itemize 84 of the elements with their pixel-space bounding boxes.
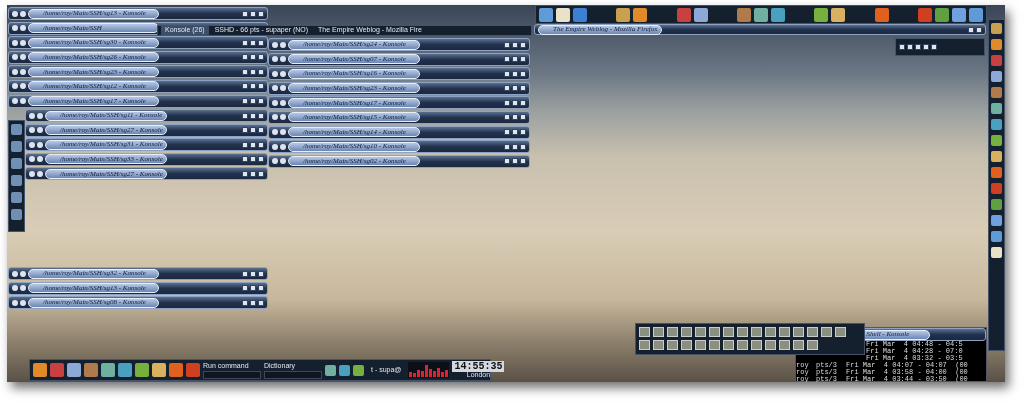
close-button[interactable] [520,114,526,121]
launcher-icon[interactable] [951,7,966,22]
panel-icon[interactable] [991,183,1002,194]
menu-button[interactable] [29,112,35,119]
minimize-button[interactable] [968,26,974,33]
maximize-button[interactable] [512,114,518,121]
run-command-field[interactable] [203,370,261,379]
maximize-button[interactable] [250,270,256,277]
launcher-icon[interactable] [616,7,631,22]
menu-button[interactable] [272,41,278,48]
applet-icon[interactable] [339,364,350,376]
panel-icon[interactable] [991,199,1002,210]
window-icon[interactable] [11,175,22,186]
panel-icon[interactable] [991,87,1002,98]
panel-icon[interactable] [991,231,1002,242]
launcher-icon[interactable] [633,7,648,22]
close-button[interactable] [258,270,264,277]
sticky-button[interactable] [20,10,26,17]
window-icon[interactable] [11,209,22,220]
sticky-button[interactable] [20,83,26,90]
close-button[interactable] [520,41,526,48]
menu-button[interactable] [272,158,278,165]
sticky-button[interactable] [280,114,286,121]
panel-icon[interactable] [991,247,1002,258]
launcher-icon[interactable] [814,7,829,22]
minimize-button[interactable] [504,114,510,121]
launcher-icon[interactable] [693,7,708,22]
window-icon[interactable] [11,141,22,152]
launcher-icon[interactable] [968,7,983,22]
panel-icon[interactable] [991,55,1002,66]
stop-button[interactable] [923,44,929,50]
next-button[interactable] [931,44,937,50]
minimize-button[interactable] [242,10,248,17]
sticky-button[interactable] [280,158,286,165]
panel-icon[interactable] [991,23,1002,34]
minimize-button[interactable] [504,41,510,48]
maximize-button[interactable] [512,41,518,48]
minimize-button[interactable] [242,39,248,46]
close-button[interactable] [258,83,264,90]
sticky-button[interactable] [20,270,26,277]
sticky-button[interactable] [20,98,26,105]
previous-button[interactable] [899,44,905,50]
maximize-button[interactable] [250,83,256,90]
panel-icon[interactable] [991,119,1002,130]
panel-icon[interactable] [991,135,1002,146]
maximize-button[interactable] [512,158,518,165]
applet-icon[interactable] [353,364,364,376]
window-icon[interactable] [11,124,22,135]
sticky-button[interactable] [37,112,43,119]
launcher-icon[interactable] [831,7,846,22]
maximize-button[interactable] [250,10,256,17]
menu-button[interactable] [12,83,18,90]
close-button[interactable] [520,158,526,165]
launcher-icon[interactable] [539,7,553,22]
pause-button[interactable] [915,44,921,50]
maximize-button[interactable] [250,39,256,46]
minimize-button[interactable] [242,270,248,277]
dictionary-field[interactable] [264,370,322,379]
menu-button[interactable] [272,114,278,121]
close-button[interactable] [258,10,264,17]
launcher-icon[interactable] [754,7,768,22]
panel-icon[interactable] [991,215,1002,226]
sticky-button[interactable] [280,41,286,48]
applet-icon[interactable] [325,364,336,376]
minimize-button[interactable] [504,158,510,165]
maximize-button[interactable] [976,26,982,33]
clock: 14:55:35 [452,360,505,372]
play-button[interactable] [907,44,913,50]
menu-button[interactable] [12,270,18,277]
launcher-icon[interactable] [934,7,949,22]
panel-icon[interactable] [991,71,1002,82]
cpu-graph-drawing [408,362,450,378]
minimize-button[interactable] [242,83,248,90]
panel-icon[interactable] [991,103,1002,114]
window-icon[interactable] [11,192,22,203]
panel-icon[interactable] [991,167,1002,178]
menu-button[interactable] [12,98,18,105]
menu-button[interactable] [12,10,18,17]
panel-icon[interactable] [991,151,1002,162]
close-button[interactable] [258,39,264,46]
panel-icon[interactable] [991,39,1002,50]
window-icon[interactable] [11,158,22,169]
launcher-icon[interactable] [556,7,570,22]
launcher-icon[interactable] [771,7,785,22]
